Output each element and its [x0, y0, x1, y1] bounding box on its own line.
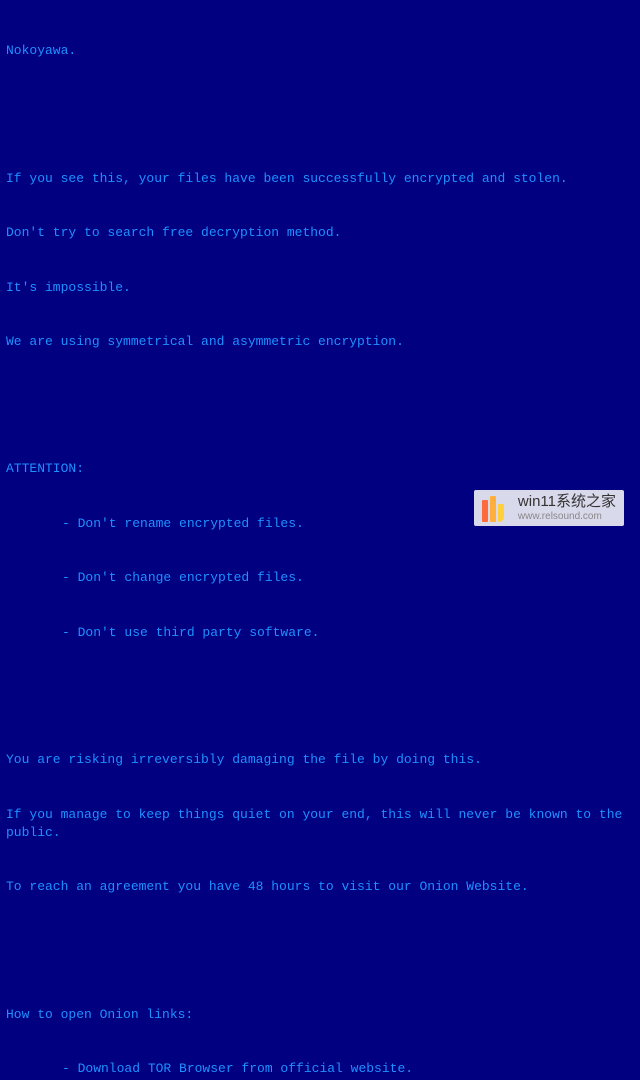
blank-line	[6, 933, 634, 951]
note-line: To reach an agreement you have 48 hours …	[6, 878, 634, 896]
note-line: If you manage to keep things quiet on yo…	[6, 806, 634, 842]
watermark-logo-icon	[482, 494, 510, 522]
blank-line	[6, 679, 634, 697]
note-header: Nokoyawa.	[6, 42, 634, 60]
ransom-note: Nokoyawa. If you see this, your files ha…	[6, 6, 634, 1080]
onion-item: - Download TOR Browser from official web…	[6, 1060, 634, 1078]
watermark-title: win11系统之家	[518, 494, 616, 511]
note-line: We are using symmetrical and asymmetric …	[6, 333, 634, 351]
watermark-text: win11系统之家 www.relsound.com	[518, 494, 616, 522]
watermark-url: www.relsound.com	[518, 511, 616, 522]
watermark: win11系统之家 www.relsound.com	[468, 486, 630, 530]
onion-title: How to open Onion links:	[6, 1006, 634, 1024]
note-line: Don't try to search free decryption meth…	[6, 224, 634, 242]
attention-item: - Don't change encrypted files.	[6, 569, 634, 587]
blank-line	[6, 388, 634, 406]
note-line: It's impossible.	[6, 279, 634, 297]
attention-title: ATTENTION:	[6, 460, 634, 478]
watermark-box: win11系统之家 www.relsound.com	[474, 490, 624, 526]
note-line: If you see this, your files have been su…	[6, 170, 634, 188]
blank-line	[6, 97, 634, 115]
attention-item: - Don't use third party software.	[6, 624, 634, 642]
note-line: You are risking irreversibly damaging th…	[6, 751, 634, 769]
